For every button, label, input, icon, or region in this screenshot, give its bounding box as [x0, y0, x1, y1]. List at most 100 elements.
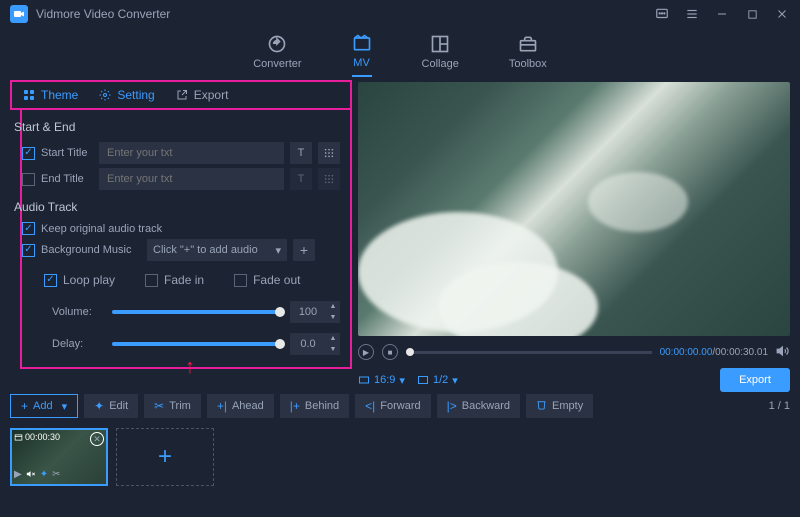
nav-collage[interactable]: Collage [422, 34, 459, 76]
nav-converter[interactable]: Converter [253, 34, 301, 76]
toolbox-icon [518, 34, 538, 54]
clip-mute-icon[interactable] [26, 469, 36, 482]
tab-setting-label: Setting [117, 88, 154, 102]
close-button[interactable] [774, 6, 790, 22]
maximize-button[interactable] [744, 6, 760, 22]
delay-label: Delay: [52, 338, 102, 350]
end-title-grid-btn[interactable] [318, 168, 340, 190]
main-nav: Converter MV Collage Toolbox [0, 28, 800, 78]
volume-slider[interactable] [112, 310, 280, 314]
video-preview [358, 82, 790, 336]
minimize-button[interactable] [714, 6, 730, 22]
chevron-down-icon: ▾ [275, 244, 281, 257]
startend-heading: Start & End [14, 120, 340, 134]
loop-checkbox[interactable] [44, 274, 57, 287]
trim-button[interactable]: ✂Trim [144, 394, 201, 418]
app-title: Vidmore Video Converter [36, 7, 170, 21]
nav-toolbox-label: Toolbox [509, 58, 547, 70]
scissors-icon: ✂ [154, 399, 164, 413]
timeline: 00:00:30 ✕ ▶ ✦ ✂ + [0, 422, 800, 492]
clip-effect-icon[interactable]: ✦ [40, 469, 48, 482]
settings-tabs: Theme Setting Export [12, 82, 350, 108]
audio-heading: Audio Track [14, 200, 340, 214]
volume-numbox[interactable]: 100▲▼ [290, 301, 340, 323]
loop-label: Loop play [63, 273, 115, 287]
export-icon [175, 88, 189, 102]
bg-music-label: Background Music [41, 244, 141, 256]
setting-icon [98, 88, 112, 102]
start-title-input[interactable] [99, 142, 284, 164]
delay-up[interactable]: ▲ [326, 333, 340, 344]
feedback-icon[interactable] [654, 6, 670, 22]
volume-icon[interactable] [776, 344, 790, 361]
end-title-checkbox[interactable] [22, 173, 35, 186]
page-indicator: 1 / 1 [769, 400, 790, 412]
tab-setting[interactable]: Setting [88, 82, 164, 108]
add-clip-button[interactable]: + [116, 428, 214, 486]
delay-slider[interactable] [112, 342, 280, 346]
fadeout-checkbox[interactable] [234, 274, 247, 287]
empty-button[interactable]: Empty [526, 394, 593, 418]
menu-icon[interactable] [684, 6, 700, 22]
clip-play-icon[interactable]: ▶ [14, 469, 22, 482]
fadeout-label: Fade out [253, 273, 300, 287]
tab-theme[interactable]: Theme [12, 82, 88, 108]
chevron-down-icon: ▾ [62, 400, 68, 413]
ahead-icon: +| [217, 399, 227, 413]
add-button[interactable]: +Add▾ [10, 394, 78, 418]
clip-thumbnail[interactable]: 00:00:30 ✕ ▶ ✦ ✂ [10, 428, 108, 486]
play-button[interactable]: ▶ [358, 344, 374, 360]
end-title-input[interactable] [99, 168, 284, 190]
forward-button[interactable]: <|Forward [355, 394, 430, 418]
settings-panel: Start & End Start Title T End Title T Au… [20, 110, 352, 369]
nav-toolbox[interactable]: Toolbox [509, 34, 547, 76]
delay-numbox[interactable]: 0.0▲▼ [290, 333, 340, 355]
app-logo [10, 5, 28, 23]
export-button[interactable]: Export [720, 368, 790, 392]
behind-icon: |+ [290, 399, 300, 413]
nav-mv-label: MV [353, 57, 370, 69]
clip-trim-icon[interactable]: ✂ [52, 469, 60, 482]
start-title-grid-btn[interactable] [318, 142, 340, 164]
zoom-select[interactable]: 1/2 ▾ [417, 374, 458, 387]
nav-converter-label: Converter [253, 58, 301, 70]
delay-down[interactable]: ▼ [326, 344, 340, 355]
wand-icon: ✦ [94, 399, 104, 413]
volume-down[interactable]: ▼ [326, 312, 340, 323]
stop-button[interactable]: ■ [382, 344, 398, 360]
trash-icon [536, 399, 547, 413]
keep-audio-label: Keep original audio track [41, 223, 162, 235]
plus-icon: + [21, 399, 28, 413]
backward-icon: |> [447, 399, 457, 413]
bg-music-checkbox[interactable] [22, 244, 35, 257]
start-title-checkbox[interactable] [22, 147, 35, 160]
titlebar: Vidmore Video Converter [0, 0, 800, 28]
end-title-label: End Title [41, 173, 93, 185]
edit-button[interactable]: ✦Edit [84, 394, 138, 418]
progress-bar[interactable] [406, 351, 652, 354]
nav-mv[interactable]: MV [352, 33, 372, 77]
ahead-button[interactable]: +|Ahead [207, 394, 274, 418]
collage-icon [430, 34, 450, 54]
backward-button[interactable]: |>Backward [437, 394, 520, 418]
bg-music-add-btn[interactable]: + [293, 239, 315, 261]
bg-music-select[interactable]: Click "+" to add audio▾ [147, 239, 287, 261]
time-display: 00:00:00.00/00:00:30.01 [660, 347, 768, 358]
fadein-checkbox[interactable] [145, 274, 158, 287]
volume-up[interactable]: ▲ [326, 301, 340, 312]
keep-audio-checkbox[interactable] [22, 222, 35, 235]
converter-icon [267, 34, 287, 54]
fadein-label: Fade in [164, 273, 204, 287]
end-title-text-btn[interactable]: T [290, 168, 312, 190]
start-title-text-btn[interactable]: T [290, 142, 312, 164]
nav-collage-label: Collage [422, 58, 459, 70]
volume-label: Volume: [52, 306, 102, 318]
tab-theme-label: Theme [41, 88, 78, 102]
tab-export[interactable]: Export [165, 82, 239, 108]
start-title-label: Start Title [41, 147, 93, 159]
aspect-ratio-select[interactable]: 16:9 ▾ [358, 374, 405, 387]
clip-remove-button[interactable]: ✕ [90, 432, 104, 446]
theme-icon [22, 88, 36, 102]
behind-button[interactable]: |+Behind [280, 394, 349, 418]
annotation-arrow: ↑ [185, 356, 195, 379]
